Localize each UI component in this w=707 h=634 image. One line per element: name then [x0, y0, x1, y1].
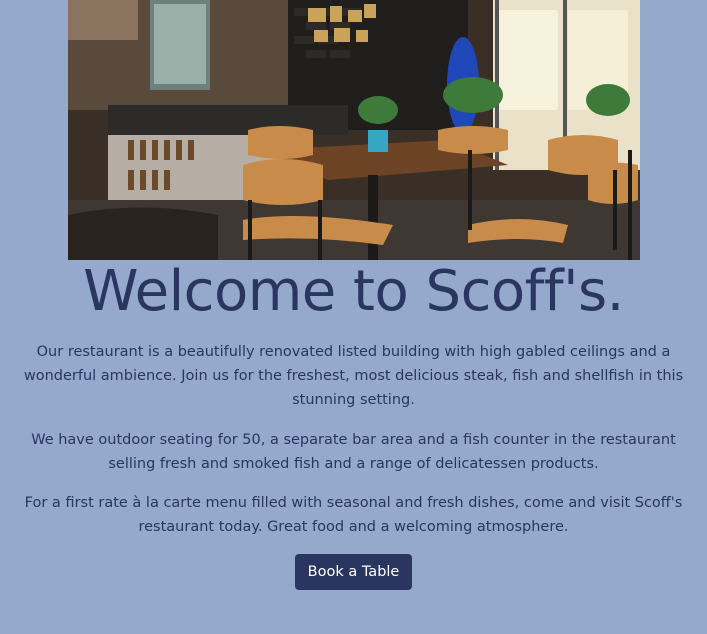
- seating-paragraph: We have outdoor seating for 50, a separa…: [31, 432, 676, 472]
- page: Welcome to Scoff's. Our restaurant is a …: [0, 0, 707, 634]
- hero-image: [68, 0, 640, 260]
- book-table-button[interactable]: Book a Table: [295, 554, 412, 590]
- menu-paragraph: For a first rate à la carte menu filled …: [24, 495, 683, 535]
- restaurant-interior-illustration: [68, 0, 640, 260]
- intro-paragraph: Our restaurant is a beautifully renovate…: [23, 344, 684, 408]
- page-title: Welcome to Scoff's.: [83, 259, 624, 324]
